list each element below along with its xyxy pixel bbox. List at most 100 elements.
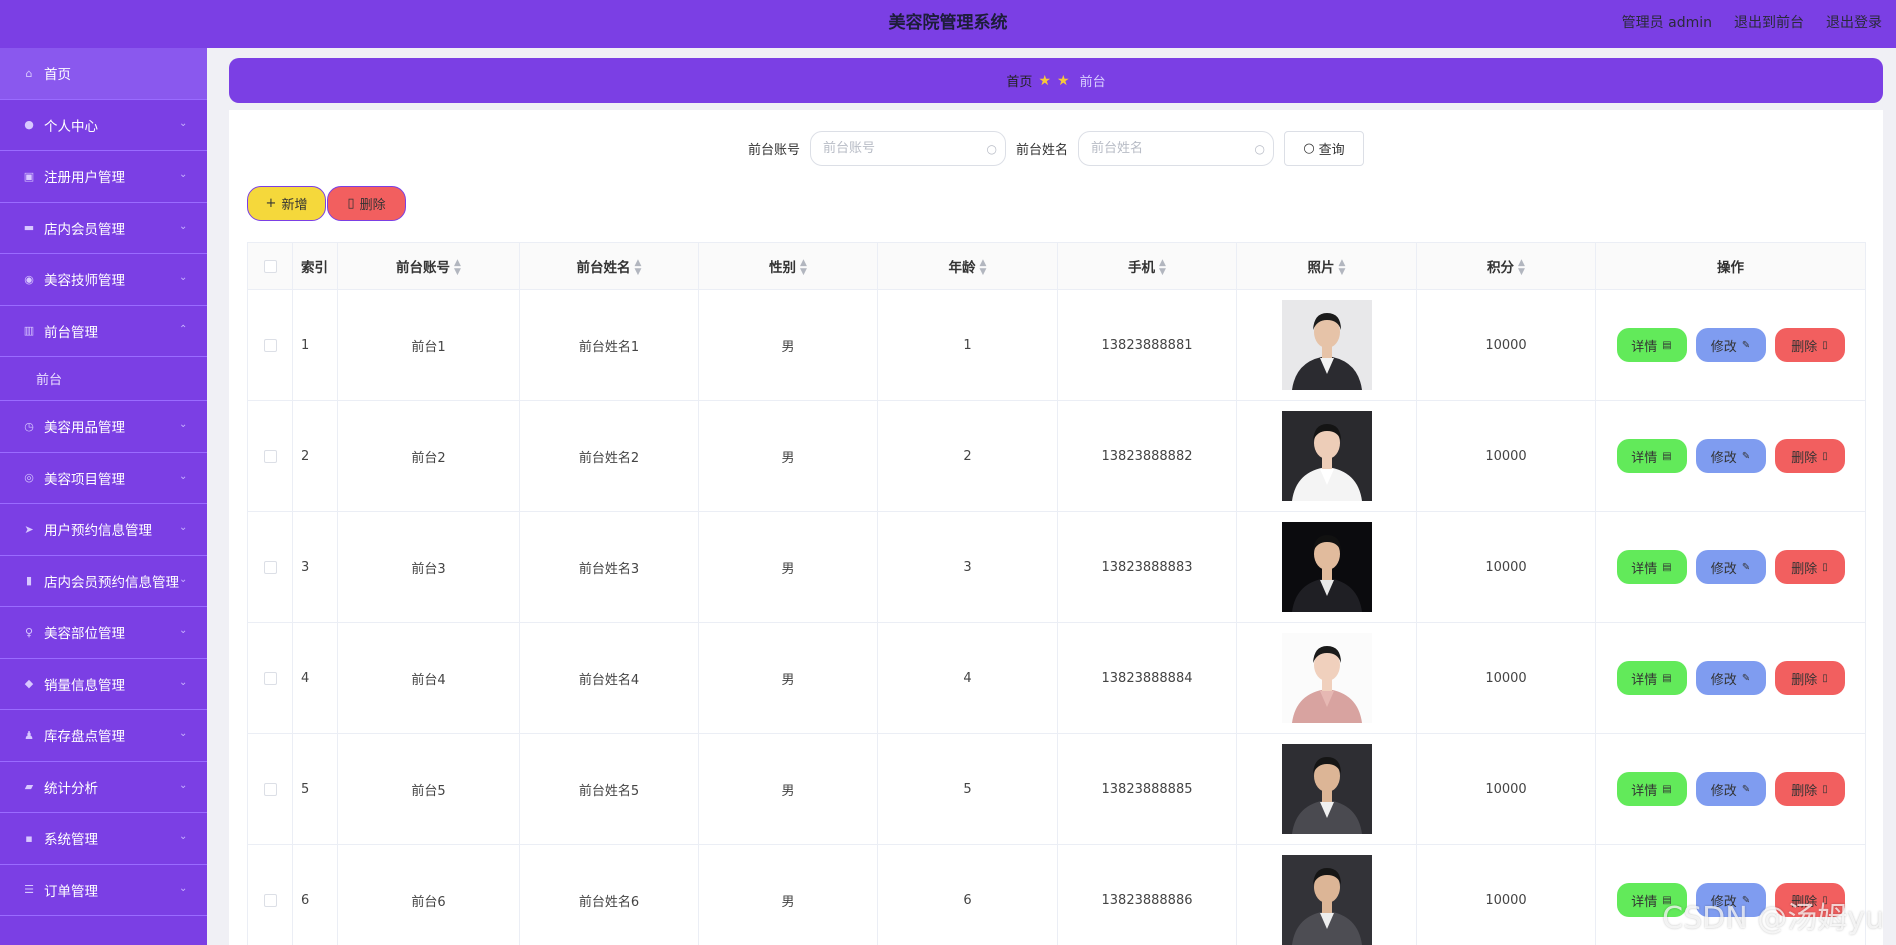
profile-photo[interactable]: [1281, 522, 1372, 612]
sidebar-item-front-desk[interactable]: ▥ 前台管理 ⌃: [0, 306, 207, 357]
cell-points: 10000: [1416, 733, 1596, 845]
sort-icon[interactable]: ▲ ▼: [800, 258, 807, 277]
cell-photo: [1236, 622, 1417, 734]
cell-photo: [1236, 511, 1417, 623]
add-button[interactable]: + 新增: [247, 186, 326, 221]
row-checkbox[interactable]: [263, 893, 277, 907]
clock-icon: ◷: [24, 419, 34, 433]
sidebar-item-label: 首页: [44, 67, 71, 84]
sidebar-item-technicians[interactable]: ◉ 美容技师管理 ⌄: [0, 254, 207, 306]
detail-button-label: 详情: [1631, 561, 1658, 577]
row-checkbox[interactable]: [263, 560, 277, 574]
batch-delete-button[interactable]: ▯ 删除: [327, 186, 406, 221]
sort-icon[interactable]: ▲ ▼: [980, 258, 987, 277]
detail-button[interactable]: 详情 ▤: [1616, 439, 1687, 473]
sidebar-item-system[interactable]: ▪ 系统管理 ⌄: [0, 813, 207, 865]
profile-photo[interactable]: [1281, 411, 1372, 501]
query-button[interactable]: ○ 查询: [1284, 130, 1365, 166]
sort-icon[interactable]: ▲ ▼: [1339, 258, 1346, 277]
profile-photo[interactable]: [1281, 300, 1372, 390]
row-checkbox[interactable]: [263, 671, 277, 685]
row-checkbox[interactable]: [263, 782, 277, 796]
app-title: 美容院管理系统: [888, 13, 1008, 33]
breadcrumb: 首页 ★ ★ 前台: [229, 58, 1883, 103]
edit-button[interactable]: 修改 ✎: [1695, 328, 1766, 362]
sidebar-subitem-front-desk[interactable]: 前台: [0, 357, 207, 401]
cell-points: 10000: [1416, 511, 1596, 623]
sidebar-item-member-appointments[interactable]: ▮ 店内会员预约信息管理 ⌄: [0, 556, 207, 607]
account-search-input[interactable]: [823, 140, 973, 156]
search-form: 前台账号 ○ 前台姓名 ○ ○ 查询: [229, 130, 1883, 166]
edit-button[interactable]: 修改 ✎: [1695, 439, 1766, 473]
row-checkbox[interactable]: [263, 338, 277, 352]
trash-icon: ▯: [1822, 339, 1828, 351]
sidebar-item-registered-users[interactable]: ▣ 注册用户管理 ⌄: [0, 151, 207, 203]
document-icon: ▤: [1662, 672, 1672, 684]
sidebar-item-user-appointments[interactable]: ➤ 用户预约信息管理 ⌄: [0, 504, 207, 556]
detail-button[interactable]: 详情 ▤: [1616, 328, 1687, 362]
exit-to-front-link[interactable]: 退出到前台: [1734, 12, 1804, 32]
header-points[interactable]: 积分 ▲ ▼: [1416, 242, 1596, 290]
sort-icon[interactable]: ▲ ▼: [635, 258, 642, 277]
header-gender-label: 性别: [769, 259, 797, 276]
pencil-icon: ✎: [1741, 783, 1751, 795]
sort-icon[interactable]: ▲ ▼: [1159, 258, 1166, 277]
header-photo[interactable]: 照片 ▲ ▼: [1236, 242, 1417, 290]
document-icon: ▤: [1662, 450, 1672, 462]
sidebar-item-sales[interactable]: ◆ 销量信息管理 ⌄: [0, 659, 207, 710]
cell-points: 10000: [1416, 844, 1596, 945]
delete-button[interactable]: 删除 ▯: [1774, 328, 1845, 362]
cell-index: 4: [292, 622, 338, 734]
sort-icon[interactable]: ▲ ▼: [1518, 258, 1525, 277]
cell-gender: 男: [698, 400, 878, 512]
header-name[interactable]: 前台姓名 ▲ ▼: [519, 242, 699, 290]
sort-icon[interactable]: ▲ ▼: [454, 258, 461, 277]
detail-button[interactable]: 详情 ▤: [1616, 550, 1687, 584]
cell-index: 2: [292, 400, 338, 512]
chart-icon: ▮: [25, 574, 33, 588]
delete-button[interactable]: 删除 ▯: [1774, 661, 1845, 695]
sidebar-item-statistics[interactable]: ▰ 统计分析 ⌄: [0, 762, 207, 813]
edit-button[interactable]: 修改 ✎: [1695, 661, 1766, 695]
cell-phone: 13823888885: [1057, 733, 1237, 845]
sidebar-item-beauty-supplies[interactable]: ◷ 美容用品管理 ⌄: [0, 401, 207, 453]
edit-button[interactable]: 修改 ✎: [1695, 772, 1766, 806]
header-phone[interactable]: 手机 ▲ ▼: [1057, 242, 1237, 290]
delete-button-label: 删除: [1791, 339, 1818, 355]
cell-name: 前台姓名2: [519, 400, 699, 512]
logout-link[interactable]: 退出登录: [1826, 12, 1882, 32]
header-account[interactable]: 前台账号 ▲ ▼: [337, 242, 520, 290]
sidebar-item-home[interactable]: ⌂ 首页: [0, 48, 207, 100]
delete-button[interactable]: 删除 ▯: [1774, 550, 1845, 584]
detail-button[interactable]: 详情 ▤: [1616, 772, 1687, 806]
header-age[interactable]: 年龄 ▲ ▼: [877, 242, 1058, 290]
document-icon: ▤: [1662, 339, 1672, 351]
table-row: 1 前台1 前台姓名1 男 1 13823888881 10000 详情 ▤ 修改 ✎ 删除 ▯: [247, 289, 1866, 401]
table-header-row: 索引 前台账号 ▲ ▼ 前台姓名 ▲ ▼ 性别 ▲ ▼ 年龄 ▲ ▼ 手机 ▲ ▼ 照片 ▲ ▼ 积分 ▲…: [247, 242, 1866, 290]
sidebar-item-orders[interactable]: ☰ 订单管理 ⌄: [0, 865, 207, 916]
delete-button[interactable]: 删除 ▯: [1774, 439, 1845, 473]
sidebar-item-beauty-parts[interactable]: ♀ 美容部位管理 ⌄: [0, 607, 207, 659]
sidebar-item-personal-center[interactable]: ● 个人中心 ⌄: [0, 100, 207, 151]
chevron-up-icon: ⌃: [179, 323, 188, 335]
trash-icon: ▯: [1822, 450, 1828, 462]
detail-button[interactable]: 详情 ▤: [1616, 661, 1687, 695]
sidebar-item-label: 销量信息管理: [44, 677, 125, 694]
profile-photo[interactable]: [1281, 633, 1372, 723]
profile-photo[interactable]: [1281, 744, 1372, 834]
header-gender[interactable]: 性别 ▲ ▼: [698, 242, 878, 290]
user-icon: ●: [24, 118, 34, 132]
breadcrumb-home[interactable]: 首页: [1006, 71, 1032, 90]
edit-button[interactable]: 修改 ✎: [1695, 550, 1766, 584]
sidebar-item-label: 系统管理: [44, 832, 98, 849]
cell-phone: 13823888883: [1057, 511, 1237, 623]
sidebar-item-beauty-projects[interactable]: ◎ 美容项目管理 ⌄: [0, 453, 207, 504]
profile-photo[interactable]: [1281, 855, 1372, 945]
name-search-input[interactable]: [1091, 140, 1242, 156]
row-checkbox[interactable]: [263, 449, 277, 463]
select-all-checkbox[interactable]: [263, 259, 277, 273]
delete-button[interactable]: 删除 ▯: [1774, 772, 1845, 806]
row-select-cell: [247, 622, 293, 734]
sidebar-item-store-members[interactable]: ▬ 店内会员管理 ⌄: [0, 203, 207, 254]
sidebar-item-inventory[interactable]: ♟ 库存盘点管理 ⌄: [0, 710, 207, 762]
